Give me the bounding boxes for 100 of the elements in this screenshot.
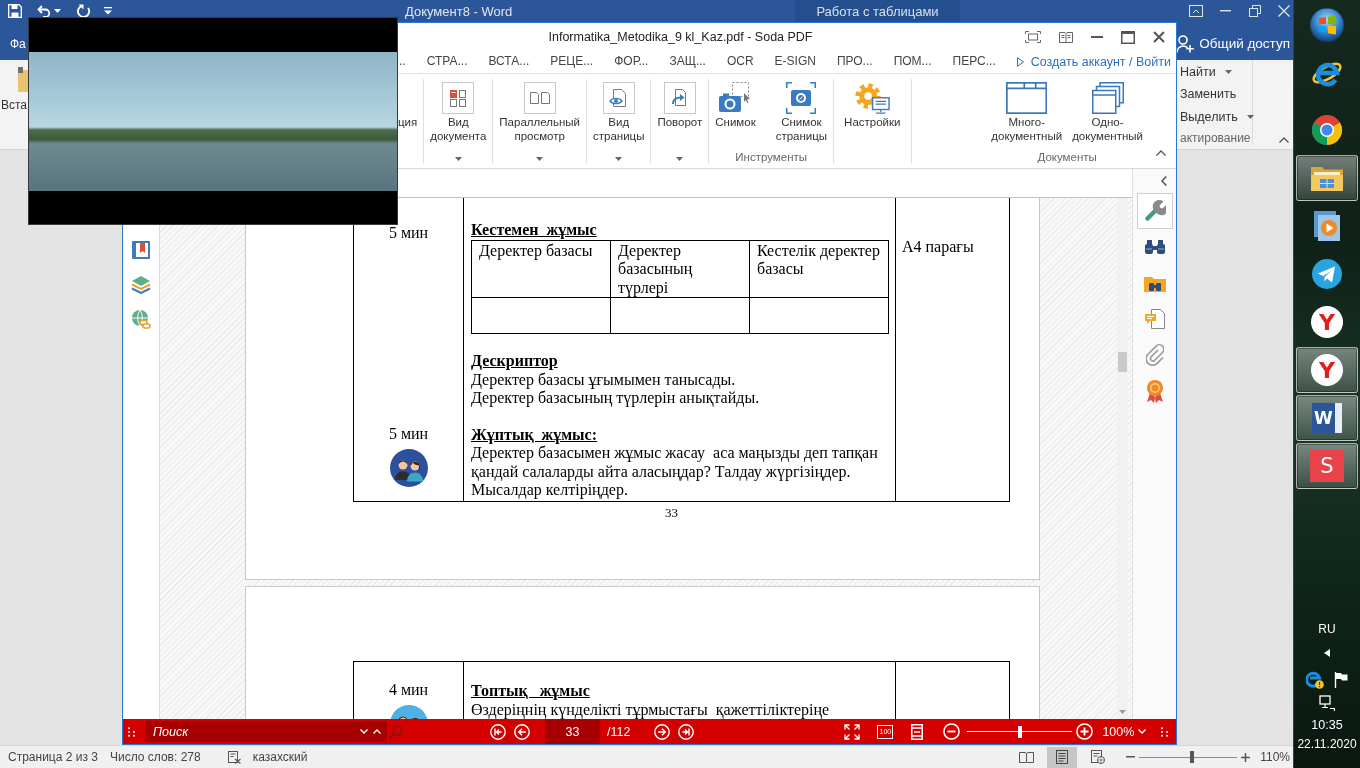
page-icon: [1056, 750, 1069, 764]
taskbar-button[interactable]: [1296, 155, 1358, 201]
caret-up-icon[interactable]: [373, 729, 381, 734]
file-tab[interactable]: Фа: [10, 36, 26, 51]
network-icon[interactable]: [1319, 695, 1335, 711]
view-button[interactable]: [1047, 746, 1078, 768]
gear-monitor-icon: [854, 82, 891, 114]
page-status[interactable]: Страница 2 из 3: [8, 750, 98, 764]
caret-icon[interactable]: [360, 729, 368, 734]
start-icon[interactable]: [1309, 7, 1345, 43]
side-by-side-button[interactable]: Параллельный просмотр: [497, 79, 582, 164]
ribbon-command[interactable]: Выделить: [1180, 105, 1254, 128]
arrow-right-icon[interactable]: [654, 723, 671, 740]
search-field[interactable]: Поиск: [145, 721, 387, 742]
plus-icon[interactable]: [1241, 752, 1251, 762]
slider-thumb[interactable]: [1190, 751, 1195, 763]
tab[interactable]: ПРО...: [836, 52, 873, 72]
tab[interactable]: ..: [399, 52, 406, 72]
maximize-icon[interactable]: [1121, 30, 1135, 44]
ribbon-command[interactable]: Заменить: [1180, 83, 1237, 106]
arrow-right-bar-icon[interactable]: [678, 723, 695, 740]
clock-date[interactable]: 22.11.2020: [1297, 736, 1357, 752]
comment-page-icon: [1143, 308, 1166, 330]
arrow-left-icon[interactable]: [514, 723, 530, 740]
context-header: Работа с таблицами: [795, 0, 960, 22]
rotate-button[interactable]: Поворот: [655, 79, 705, 164]
arrow-left-bar-icon[interactable]: [490, 723, 506, 740]
taskbar-button[interactable]: S: [1296, 443, 1358, 489]
collapse-icon[interactable]: [1156, 150, 1166, 156]
zoom-out-icon[interactable]: [943, 723, 961, 740]
close-icon[interactable]: [1153, 31, 1165, 43]
globe-link-icon[interactable]: [131, 309, 151, 329]
paragraph: Өздеріңнің күнделікті тұрмыстағы қажеттіліктеріңе: [471, 700, 831, 719]
e-warning-icon[interactable]: [1306, 671, 1324, 689]
page-view-button[interactable]: Вид страницы: [590, 79, 647, 164]
tab[interactable]: ПОМ...: [893, 52, 932, 72]
tab[interactable]: ПЕРС...: [952, 52, 996, 72]
folder-binoculars-icon: [1143, 274, 1166, 292]
proofing-icon[interactable]: [227, 750, 241, 764]
taskbar-button[interactable]: Y: [1296, 347, 1358, 393]
zoom-in-icon[interactable]: [1076, 723, 1094, 740]
word-count[interactable]: Число слов: 278: [109, 750, 201, 764]
minus-icon[interactable]: [1126, 756, 1136, 758]
window-title: Informatika_Metodika_9 kl_Kaz.pdf - Soda PDF: [548, 30, 813, 44]
undo-icon[interactable]: [37, 4, 51, 18]
tab[interactable]: РЕЦЕ...: [550, 52, 594, 72]
section-heading: Кестемен жұмыс: [471, 221, 598, 240]
clock-time[interactable]: 10:35: [1311, 717, 1343, 733]
tool-button[interactable]: [1136, 193, 1173, 229]
slider-thumb[interactable]: [1017, 725, 1022, 738]
save-icon[interactable]: [8, 4, 22, 18]
restore-icon[interactable]: [1248, 5, 1261, 17]
multi-document-button[interactable]: Много-документный: [989, 79, 1065, 150]
scrollbar-thumb[interactable]: [1118, 352, 1127, 372]
page-number: 33: [665, 504, 678, 520]
clipboard-icon[interactable]: [18, 67, 28, 92]
group-label: актирование: [1180, 131, 1251, 145]
flag-icon[interactable]: [1334, 672, 1348, 688]
share-button[interactable]: Общий доступ: [1176, 29, 1290, 58]
page-lines-icon[interactable]: [911, 723, 924, 740]
caret-icon[interactable]: [54, 9, 61, 13]
ribbon-button[interactable]: ция: [396, 79, 420, 164]
document-view-button[interactable]: Вид документа: [428, 79, 489, 164]
tab[interactable]: ФОР...: [614, 52, 649, 72]
single-document-button[interactable]: Одно-документный: [1070, 79, 1145, 150]
snapshot-button[interactable]: Снимок: [713, 79, 758, 150]
customize-icon[interactable]: [104, 7, 112, 15]
bookmark-icon[interactable]: [131, 240, 151, 260]
tab[interactable]: ВСТА...: [488, 52, 530, 72]
fullscreen-icon[interactable]: [1025, 31, 1041, 43]
scrollbar[interactable]: [1117, 198, 1128, 719]
collapse-icon[interactable]: [1279, 137, 1289, 143]
tab[interactable]: СТРА...: [426, 52, 468, 72]
eye-page-icon: [602, 82, 635, 114]
zoom-level[interactable]: 110%: [1260, 750, 1290, 764]
tab[interactable]: E-SIGN: [774, 52, 816, 72]
ribbon-display-icon[interactable]: [1189, 5, 1203, 17]
layers-icon[interactable]: [131, 275, 151, 294]
settings-button[interactable]: Настройки: [842, 79, 903, 164]
language-status[interactable]: казахский: [252, 750, 308, 764]
page-field[interactable]: 33: [545, 719, 600, 744]
tab[interactable]: ЗАЩ...: [669, 52, 706, 72]
taskbar-button[interactable]: W: [1296, 395, 1358, 441]
expand-arrows-icon[interactable]: [844, 723, 861, 740]
ribbon-command[interactable]: Найти: [1180, 61, 1232, 84]
taskbar-button[interactable]: Y: [1296, 299, 1358, 345]
grip-icon[interactable]: [1161, 726, 1168, 737]
grip-icon[interactable]: [128, 726, 135, 737]
chevron-left-icon[interactable]: [1161, 176, 1167, 186]
account-link[interactable]: Создать аккаунт / Войти: [1016, 55, 1171, 69]
circular-arrow-icon[interactable]: [77, 4, 91, 18]
tab[interactable]: OCR: [726, 52, 754, 72]
minimize-icon[interactable]: [1220, 10, 1232, 12]
open-book-icon[interactable]: [1059, 31, 1073, 43]
zoom-dropdown[interactable]: 100%: [1102, 724, 1147, 739]
triangle-icon[interactable]: [1324, 649, 1330, 657]
time-label: 5 мин: [388, 225, 429, 240]
language-indicator[interactable]: RU: [1318, 622, 1336, 636]
page-snapshot-button[interactable]: Снимок страницы: [773, 79, 830, 150]
paste-label[interactable]: Вста: [1, 98, 28, 112]
